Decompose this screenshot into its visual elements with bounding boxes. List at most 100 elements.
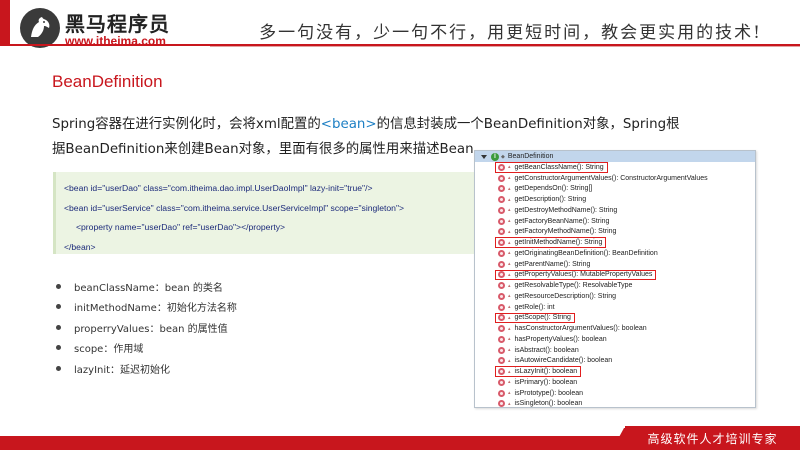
xml-code-block: <bean id="userDao" class="com.itheima.da… — [53, 172, 475, 254]
header-slogan: 多一句没有，少一句不行，用更短时间，教会更实用的技术! — [259, 23, 762, 43]
abstract-marker-icon: ▴ — [508, 379, 511, 386]
abstract-marker-icon: ▴ — [508, 196, 511, 203]
interface-icon: I — [491, 152, 499, 161]
outline-method-label: getRole(): int — [514, 303, 555, 311]
list-item: properryValues：bean 的属性值 — [56, 317, 237, 338]
outline-method-label: getInitMethodName(): String — [514, 239, 603, 247]
code-line: </bean> — [64, 241, 96, 252]
code-line: <property name="userDao" ref="userDao"><… — [76, 222, 286, 233]
outline-method-label: hasConstructorArgumentValues(): boolean — [514, 325, 647, 333]
bullet-dot-icon — [56, 283, 61, 289]
outline-method-label: getOriginatingBeanDefinition(): BeanDefi… — [514, 249, 658, 257]
outline-method-row[interactable]: ▴ getFactoryMethodName(): String — [475, 227, 755, 238]
abstract-marker-icon: ▴ — [508, 314, 511, 321]
outline-method-label: getBeanClassName(): String — [514, 163, 604, 171]
abstract-marker-icon: ▴ — [508, 325, 511, 332]
list-item-text: beanClassName：bean 的类名 — [74, 282, 223, 294]
outline-method-row[interactable]: ▴ isPrimary(): boolean — [475, 377, 755, 388]
public-method-icon — [498, 400, 505, 407]
bullet-dot-icon — [56, 365, 61, 371]
outline-method-row[interactable]: ▴ getDependsOn(): String[] — [475, 184, 755, 195]
list-item-text: scope：作用域 — [74, 344, 144, 356]
bean-tag-text: <bean> — [320, 117, 377, 132]
header-accent-bar — [0, 0, 10, 44]
expand-arrow-icon[interactable] — [481, 154, 487, 159]
public-method-icon — [498, 368, 505, 376]
outline-method-label: getDestroyMethodName(): String — [514, 206, 618, 214]
abstract-marker-icon: ▴ — [508, 185, 511, 192]
outline-method-label: getConstructorArgumentValues(): Construc… — [514, 174, 708, 182]
public-method-icon — [498, 196, 505, 204]
outline-method-row[interactable]: ▴ getBeanClassName(): String — [475, 162, 755, 173]
abstract-marker-icon: ▴ — [508, 261, 511, 268]
bullet-dot-icon — [56, 324, 61, 330]
public-method-icon — [498, 260, 505, 268]
outline-method-row[interactable]: ▴ getResourceDescription(): String — [475, 291, 755, 302]
outline-method-row[interactable]: ▴ isLazyInit(): boolean — [475, 366, 755, 377]
abstract-marker-icon: ▴ — [508, 271, 511, 278]
outline-class-name: BeanDefinition — [507, 153, 554, 160]
outline-method-row[interactable]: ▴ getOriginatingBeanDefinition(): BeanDef… — [475, 248, 755, 259]
outline-method-label: getResolvableType(): ResolvableType — [514, 282, 633, 290]
outline-method-row[interactable]: ▴ isPrototype(): boolean — [475, 388, 755, 399]
list-item: beanClassName：bean 的类名 — [56, 276, 237, 297]
outline-method-row[interactable]: ▴ isAbstract(): boolean — [475, 345, 755, 356]
outline-method-label: getDescription(): String — [514, 196, 587, 204]
outline-method-label: getDependsOn(): String[] — [514, 185, 593, 193]
page-title: BeanDefinition — [52, 72, 163, 91]
public-method-icon — [498, 357, 505, 365]
public-method-icon — [498, 282, 505, 290]
outline-method-row[interactable]: ▴ getRole(): int — [475, 302, 755, 313]
outline-method-label: isSingleton(): boolean — [514, 400, 583, 408]
list-item-text: initMethodName：初始化方法名称 — [74, 303, 237, 315]
outline-method-row[interactable]: ▴ isAutowireCandidate(): boolean — [475, 356, 755, 367]
abstract-marker-icon: ▴ — [508, 250, 511, 257]
outline-method-row[interactable]: ▴ getConstructorArgumentValues(): Constru… — [475, 173, 755, 184]
intro-text-part1: Spring容器在进行实例化时，会将xml配置的 — [52, 117, 321, 132]
bullet-dot-icon — [56, 304, 61, 310]
abstract-marker-icon: ▴ — [508, 282, 511, 289]
abstract-marker-icon: ▴ — [508, 336, 511, 343]
public-method-icon — [498, 314, 505, 322]
outline-method-label: getResourceDescription(): String — [514, 292, 617, 300]
list-item-text: lazyInit：延迟初始化 — [74, 364, 171, 376]
outline-method-row[interactable]: ▴ hasPropertyValues(): boolean — [475, 334, 755, 345]
header-divider-thin — [210, 46, 800, 47]
outline-method-row[interactable]: ▴ getFactoryBeanName(): String — [475, 216, 755, 227]
outline-method-row[interactable]: ▴ getScope(): String — [475, 312, 755, 324]
public-method-icon — [498, 292, 505, 300]
outline-method-row[interactable]: ▴ getDestroyMethodName(): String — [475, 205, 755, 216]
public-method-icon — [498, 174, 505, 182]
outline-method-list: ▴ getBeanClassName(): String ▴ getConstruct… — [475, 162, 755, 408]
outline-method-label: getScope(): String — [514, 314, 571, 322]
public-method-icon — [498, 185, 505, 193]
outline-method-row[interactable]: ▴ getResolvableType(): ResolvableType — [475, 280, 755, 291]
outline-method-row[interactable]: ▴ getInitMethodName(): String — [475, 237, 755, 248]
abstract-marker-icon: ▴ — [508, 293, 511, 300]
public-method-icon — [498, 163, 505, 171]
outline-method-row[interactable]: ▴ getDescription(): String — [475, 194, 755, 205]
abstract-marker-icon: ▴ — [508, 347, 511, 354]
outline-method-label: getPropertyValues(): MutablePropertyValu… — [514, 271, 653, 279]
outline-method-label: isAutowireCandidate(): boolean — [514, 357, 613, 365]
footer-tagline: 高级软件人才培训专家 — [625, 426, 800, 450]
outline-method-row[interactable]: ▴ getPropertyValues(): MutablePropertyVal… — [475, 269, 755, 281]
modifier-icon: ◆ — [501, 153, 505, 160]
public-method-icon — [498, 346, 505, 354]
outline-method-row[interactable]: ▴ getParentName(): String — [475, 259, 755, 270]
public-method-icon — [498, 228, 505, 236]
list-item: scope：作用域 — [56, 338, 237, 359]
public-method-icon — [498, 249, 505, 257]
list-item: initMethodName：初始化方法名称 — [56, 297, 237, 318]
header: 黑马程序员 www.itheima.com 多一句没有，少一句不行，用更短时间，… — [0, 0, 800, 62]
bullet-dot-icon — [56, 345, 61, 351]
class-outline-panel[interactable]: I ◆ BeanDefinition ▴ getBeanClassName(): … — [474, 150, 756, 408]
abstract-marker-icon: ▴ — [508, 357, 511, 364]
abstract-marker-icon: ▴ — [508, 218, 511, 225]
brand-name: 黑马程序员 — [65, 12, 170, 36]
outline-method-row[interactable]: ▴ isSingleton(): boolean — [475, 399, 755, 408]
abstract-marker-icon: ▴ — [508, 175, 511, 182]
attribute-list: beanClassName：bean 的类名 initMethodName：初始… — [56, 276, 237, 379]
outline-class-row[interactable]: I ◆ BeanDefinition — [475, 151, 755, 162]
outline-method-row[interactable]: ▴ hasConstructorArgumentValues(): boolean — [475, 323, 755, 334]
